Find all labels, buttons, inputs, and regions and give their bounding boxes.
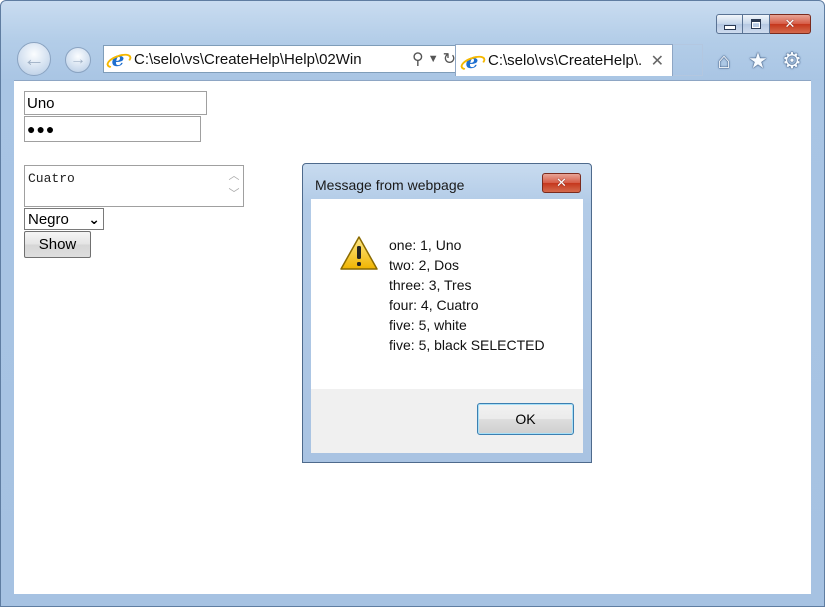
dialog-title: Message from webpage bbox=[315, 177, 465, 193]
alert-dialog: Message from webpage ✕ one: 1, Uno two: … bbox=[302, 163, 592, 463]
password-input[interactable]: ●●● bbox=[24, 116, 201, 142]
scroll-up-icon[interactable]: ︿ bbox=[229, 168, 240, 186]
refresh-icon[interactable]: ↻ bbox=[443, 49, 456, 69]
maximize-icon bbox=[751, 19, 761, 29]
ie-tab-icon: e bbox=[462, 51, 482, 71]
chevron-down-icon: ⌄ bbox=[88, 210, 100, 227]
dialog-close-button[interactable]: ✕ bbox=[542, 173, 581, 193]
select-value: Negro bbox=[28, 210, 69, 228]
browser-window: ✕ ← → e C:\selo\vs\CreateHelp\Help\02Win… bbox=[0, 0, 825, 607]
message-line: four: 4, Cuatro bbox=[389, 297, 479, 313]
minimize-icon bbox=[723, 25, 736, 30]
minimize-button[interactable] bbox=[716, 14, 743, 34]
dialog-body: one: 1, Uno two: 2, Dos three: 3, Tres f… bbox=[311, 199, 583, 389]
dialog-footer: OK bbox=[311, 389, 583, 453]
message-line: one: 1, Uno bbox=[389, 237, 462, 253]
new-tab-button[interactable] bbox=[673, 44, 703, 76]
caption-buttons: ✕ bbox=[716, 14, 811, 34]
message-line: five: 5, black SELECTED bbox=[389, 337, 545, 353]
close-icon: ✕ bbox=[556, 175, 567, 191]
maximize-button[interactable] bbox=[743, 14, 770, 34]
forward-button[interactable]: → bbox=[65, 47, 91, 73]
favorites-icon[interactable]: ★ bbox=[745, 48, 771, 74]
forward-icon: → bbox=[70, 51, 86, 68]
show-button[interactable]: Show bbox=[24, 231, 91, 258]
textarea-input[interactable]: Cuatro ︿ ﹀ bbox=[24, 165, 244, 207]
message-line: two: 2, Dos bbox=[389, 257, 460, 273]
ok-button[interactable]: OK bbox=[477, 403, 574, 435]
message-line: five: 5, white bbox=[389, 317, 467, 333]
dialog-message: one: 1, Uno two: 2, Dos three: 3, Tres f… bbox=[389, 235, 545, 355]
close-icon: ✕ bbox=[784, 16, 796, 32]
ie-page-icon: e bbox=[108, 49, 128, 69]
back-icon: ← bbox=[23, 46, 45, 71]
search-icon[interactable]: ⚲ bbox=[412, 49, 424, 69]
scroll-down-icon[interactable]: ﹀ bbox=[229, 186, 240, 204]
message-line: three: 3, Tres bbox=[389, 277, 472, 293]
address-actions: ⚲ ▼ ↻ bbox=[408, 49, 460, 69]
settings-icon[interactable]: ⚙ bbox=[779, 48, 805, 74]
address-text[interactable]: C:\selo\vs\CreateHelp\Help\02Win bbox=[134, 51, 408, 68]
window-close-button[interactable]: ✕ bbox=[770, 14, 811, 34]
tab-title: C:\selo\vs\CreateHelp\... bbox=[488, 52, 643, 69]
textarea-scrollbar[interactable]: ︿ ﹀ bbox=[227, 168, 241, 204]
toolbar-icons: ⌂ ★ ⚙ bbox=[711, 48, 805, 74]
address-bar[interactable]: e C:\selo\vs\CreateHelp\Help\02Win ⚲ ▼ ↻ bbox=[103, 45, 461, 73]
text-input-one[interactable]: Uno bbox=[24, 91, 207, 115]
navigation-bar: ← → e C:\selo\vs\CreateHelp\Help\02Win ⚲… bbox=[15, 40, 812, 80]
home-icon[interactable]: ⌂ bbox=[711, 48, 737, 74]
warning-icon bbox=[340, 236, 378, 270]
back-button[interactable]: ← bbox=[17, 42, 51, 76]
tab-close-icon[interactable]: ✕ bbox=[643, 51, 672, 71]
tab-active[interactable]: e C:\selo\vs\CreateHelp\... ✕ bbox=[455, 44, 673, 76]
color-select[interactable]: Negro ⌄ bbox=[24, 208, 104, 230]
textarea-value: Cuatro bbox=[28, 171, 75, 186]
dropdown-icon[interactable]: ▼ bbox=[428, 53, 439, 65]
